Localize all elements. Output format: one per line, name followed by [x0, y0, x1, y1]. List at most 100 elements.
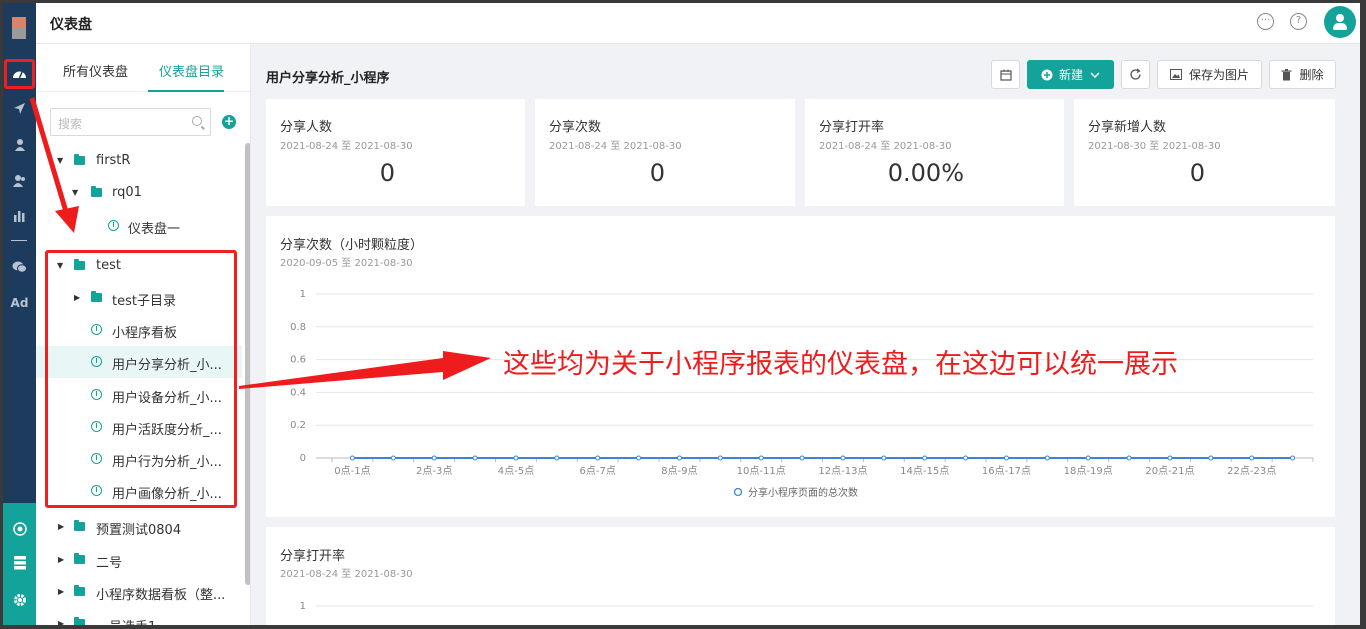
- search-placeholder: 搜索: [58, 117, 83, 131]
- caret-right-icon[interactable]: ▶: [58, 587, 64, 596]
- dashboard-content: 用户分享分析_小程序 新建 保存为图片 删除 分享人数 2021-08-24 至…: [252, 44, 1360, 625]
- image-icon: [1169, 69, 1182, 80]
- data-point: [840, 455, 846, 461]
- chevron-down-icon: [1090, 71, 1100, 78]
- kpi-card[interactable]: 分享新增人数 2021-08-30 至 2021-08-30 0: [1074, 99, 1335, 206]
- x-tick-label: 22点-23点: [1227, 465, 1276, 477]
- data-point: [1249, 455, 1255, 461]
- folder-icon: [74, 585, 85, 596]
- app-logo: [12, 17, 26, 39]
- chat-icon[interactable]: ···: [1257, 13, 1274, 30]
- folder-icon: [74, 154, 85, 165]
- kpi-card[interactable]: 分享打开率 2021-08-24 至 2021-08-30 0.00%: [805, 99, 1064, 206]
- tree-scrollbar[interactable]: [245, 143, 250, 585]
- y-tick-label: 1: [300, 289, 306, 300]
- data-point: [922, 455, 928, 461]
- new-button[interactable]: 新建: [1027, 60, 1114, 89]
- caret-down-icon[interactable]: ▼: [72, 188, 78, 197]
- save-as-image-label: 保存为图片: [1188, 68, 1249, 82]
- kpi-card[interactable]: 分享人数 2021-08-24 至 2021-08-30 0: [266, 99, 525, 206]
- kpi-value: 0.00%: [887, 159, 964, 187]
- data-point: [717, 455, 723, 461]
- data-point: [431, 455, 437, 461]
- tree-item-label: 一号选手1: [96, 616, 156, 625]
- user-group-icon[interactable]: [3, 167, 36, 193]
- kpi-value: 0: [1189, 159, 1205, 187]
- user-icon[interactable]: [3, 131, 36, 157]
- kpi-date-range: 2021-08-24 至 2021-08-30: [819, 141, 952, 152]
- tree-item-folder[interactable]: ▶ 小程序数据看板（整...: [36, 576, 242, 608]
- data-point: [676, 455, 682, 461]
- tree-item-label: 预置测试0804: [96, 523, 182, 538]
- y-tick-label: 0.8: [290, 322, 306, 333]
- kpi-title: 分享打开率: [819, 120, 885, 135]
- help-icon[interactable]: ?: [1290, 13, 1307, 30]
- data-point: [472, 455, 478, 461]
- tree-item-folder[interactable]: ▶ 预置测试0804: [36, 511, 242, 543]
- x-tick-label: 4点-5点: [498, 465, 534, 477]
- target-icon[interactable]: [3, 516, 36, 542]
- tree-item-folder[interactable]: ▼ rq01: [36, 177, 242, 209]
- kpi-card[interactable]: 分享次数 2021-08-24 至 2021-08-30 0: [535, 99, 795, 206]
- line-chart-partial: 1: [300, 601, 1313, 612]
- tree-item-folder[interactable]: ▶ 一号选手1: [36, 608, 242, 625]
- avatar[interactable]: [1324, 6, 1356, 38]
- data-point: [554, 455, 560, 461]
- x-tick-label: 2点-3点: [416, 465, 452, 477]
- wechat-icon[interactable]: [3, 254, 36, 280]
- highlight-box-mini-program-dashboards: [45, 250, 237, 508]
- delete-button[interactable]: 删除: [1269, 60, 1336, 89]
- tree-item-folder[interactable]: ▶ 二号: [36, 544, 242, 576]
- tree-item-label: firstR: [96, 153, 131, 168]
- x-tick-label: 18点-19点: [1064, 465, 1113, 477]
- add-icon[interactable]: +: [222, 115, 236, 129]
- x-tick-label: 12点-13点: [818, 465, 867, 477]
- server-icon[interactable]: [3, 550, 36, 576]
- caret-right-icon[interactable]: ▶: [58, 522, 64, 531]
- tree-item-dashboard[interactable]: 仪表盘一: [36, 210, 242, 242]
- bar-chart-icon[interactable]: [3, 203, 36, 229]
- kpi-title: 分享次数: [549, 120, 602, 135]
- kpi-title: 分享人数: [280, 120, 333, 135]
- data-point: [1208, 455, 1214, 461]
- tree-tabs: 所有仪表盘 仪表盘目录: [36, 44, 250, 92]
- x-tick-label: 6点-7点: [580, 465, 616, 477]
- top-header: 仪表盘 ··· ?: [36, 3, 1360, 44]
- tree-item-label: 仪表盘一: [128, 222, 181, 237]
- save-as-image-button[interactable]: 保存为图片: [1157, 60, 1262, 89]
- data-point: [881, 455, 887, 461]
- search-icon[interactable]: [192, 116, 202, 126]
- x-tick-label: 16点-17点: [982, 465, 1031, 477]
- caret-right-icon[interactable]: ▶: [58, 555, 64, 564]
- y-tick-label: 0.6: [290, 355, 306, 366]
- caret-down-icon[interactable]: ▼: [57, 156, 63, 165]
- search-input[interactable]: 搜索: [50, 108, 211, 136]
- tab-all-dashboards[interactable]: 所有仪表盘: [63, 61, 128, 80]
- data-point: [595, 455, 601, 461]
- refresh-icon: [1130, 68, 1141, 80]
- tree-item-label: 小程序数据看板（整...: [96, 588, 226, 603]
- gear-icon[interactable]: [3, 587, 36, 613]
- kpi-date-range: 2021-08-24 至 2021-08-30: [549, 141, 682, 152]
- chart-card-share-open-rate[interactable]: 分享打开率 2021-08-24 至 2021-08-30 1: [266, 527, 1335, 625]
- data-point: [1003, 455, 1009, 461]
- tab-dashboard-directory[interactable]: 仪表盘目录: [159, 61, 224, 80]
- ad-icon[interactable]: Ad: [3, 290, 36, 316]
- folder-icon: [74, 553, 85, 564]
- caret-right-icon[interactable]: ▶: [58, 619, 64, 625]
- calendar-icon: [999, 69, 1012, 81]
- send-icon[interactable]: [3, 95, 36, 121]
- tree-item-label: 二号: [96, 556, 123, 571]
- y-tick-label: 1: [300, 601, 306, 612]
- data-point: [1290, 455, 1296, 461]
- annotation-text: 这些均为关于小程序报表的仪表盘，在这边可以统一展示: [503, 349, 1178, 380]
- folder-icon: [91, 186, 102, 197]
- date-picker-button[interactable]: [991, 60, 1020, 89]
- data-point: [799, 455, 805, 461]
- app-window: Ad 仪表盘 ··· ? 所有仪表盘 仪表盘目录 搜索 + ▼ firstR ▼…: [3, 3, 1360, 625]
- x-tick-label: 20点-21点: [1145, 465, 1194, 477]
- kpi-date-range: 2021-08-30 至 2021-08-30: [1088, 141, 1221, 152]
- y-tick-label: 0.4: [290, 387, 306, 398]
- tree-item-folder[interactable]: ▼ firstR: [36, 145, 242, 177]
- refresh-button[interactable]: [1121, 60, 1150, 89]
